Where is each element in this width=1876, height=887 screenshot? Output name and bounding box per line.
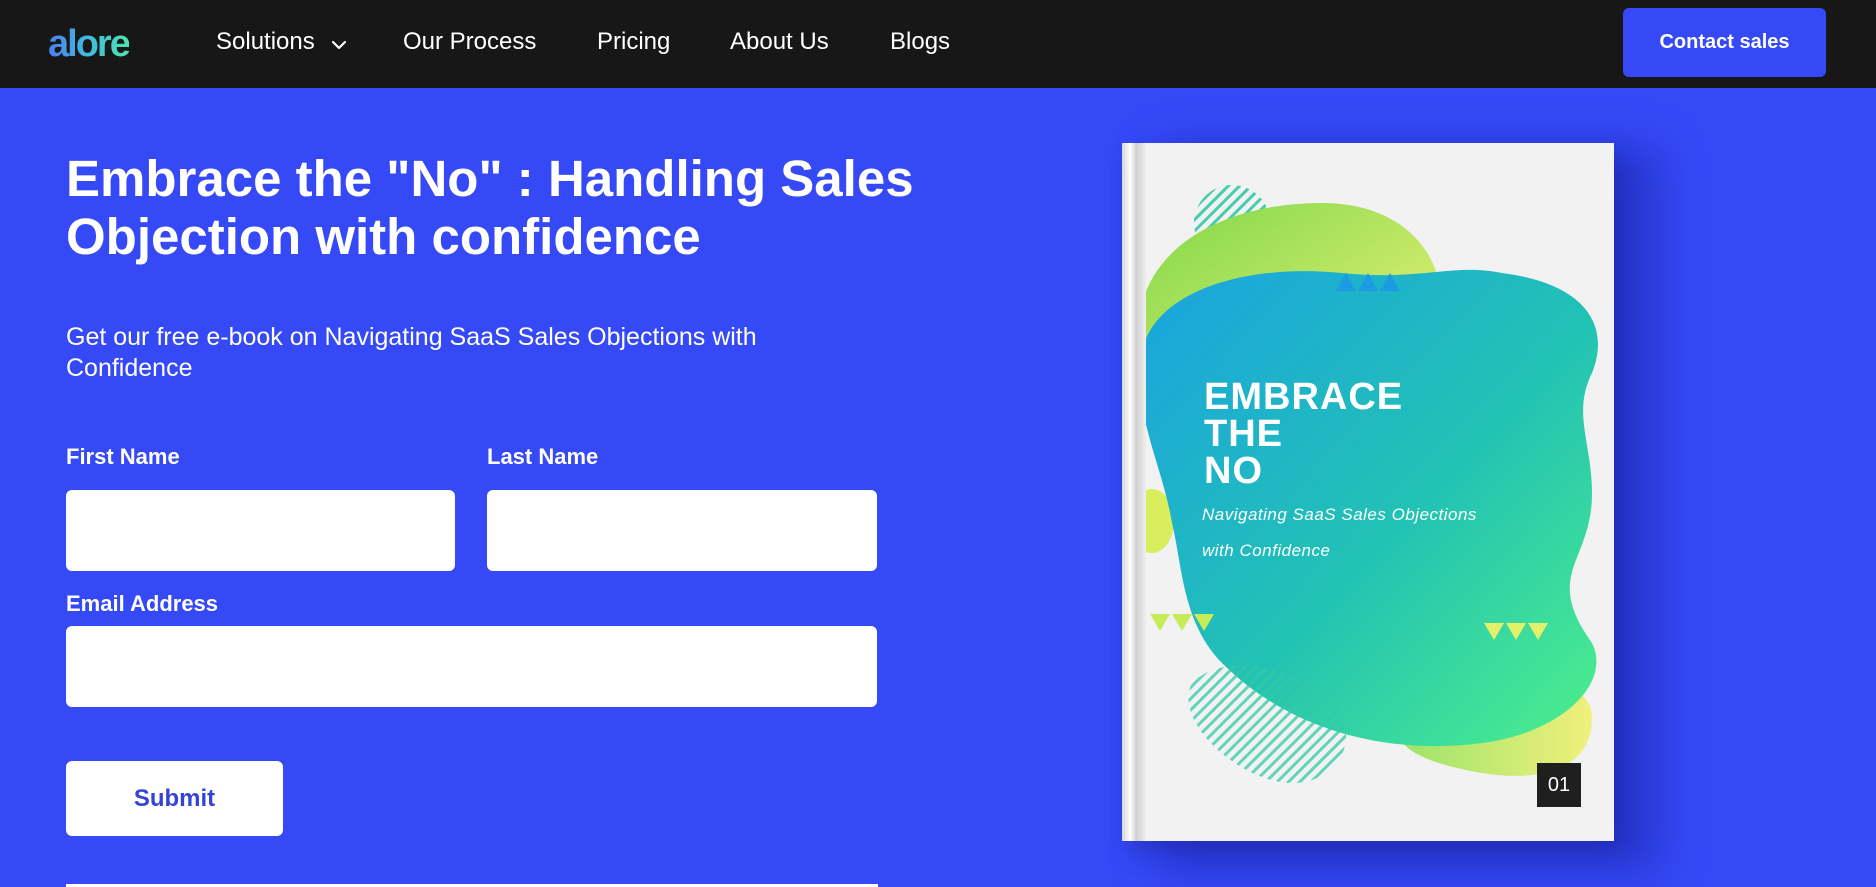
first-name-field[interactable] (66, 490, 455, 571)
email-label: Email Address (66, 591, 219, 616)
ebook-volume-number: 01 (1537, 763, 1581, 807)
submit-button[interactable]: Submit (66, 761, 283, 836)
book-spine (1122, 143, 1146, 841)
ebook-title: EMBRACE THE NO (1204, 376, 1404, 492)
page-subtitle: Get our free e-book on Navigating SaaS S… (66, 323, 757, 382)
nav-item-our-process[interactable]: Our Process (403, 26, 536, 58)
last-name-field[interactable] (487, 490, 877, 571)
ebook-title-line: THE (1204, 413, 1283, 455)
nav-item-solutions[interactable]: Solutions (216, 26, 347, 59)
ebook-subtitle: Navigating SaaS Sales Objections with Co… (1202, 505, 1477, 560)
email-field[interactable] (66, 626, 877, 707)
contact-sales-button[interactable]: Contact sales (1623, 8, 1826, 77)
nav-item-solutions-label: Solutions (216, 28, 315, 55)
page-title: Embrace the "No" : Handling Sales Object… (66, 150, 914, 265)
chevron-down-icon (331, 27, 347, 59)
first-name-label: First Name (66, 444, 180, 469)
ebook-cover: EMBRACE THE NO Navigating SaaS Sales Obj… (1122, 143, 1614, 841)
nav-item-blogs[interactable]: Blogs (890, 26, 950, 58)
ebook-title-line: EMBRACE (1204, 376, 1404, 418)
ebook-title-line: NO (1204, 450, 1263, 492)
nav-item-about-us[interactable]: About Us (730, 26, 829, 58)
nav-item-pricing[interactable]: Pricing (597, 26, 670, 58)
top-navbar: alore Solutions Our Process Pricing Abou… (0, 0, 1876, 88)
ebook-cover-art (1130, 185, 1598, 783)
alore-logo[interactable]: alore (48, 22, 131, 66)
last-name-label: Last Name (487, 444, 599, 469)
